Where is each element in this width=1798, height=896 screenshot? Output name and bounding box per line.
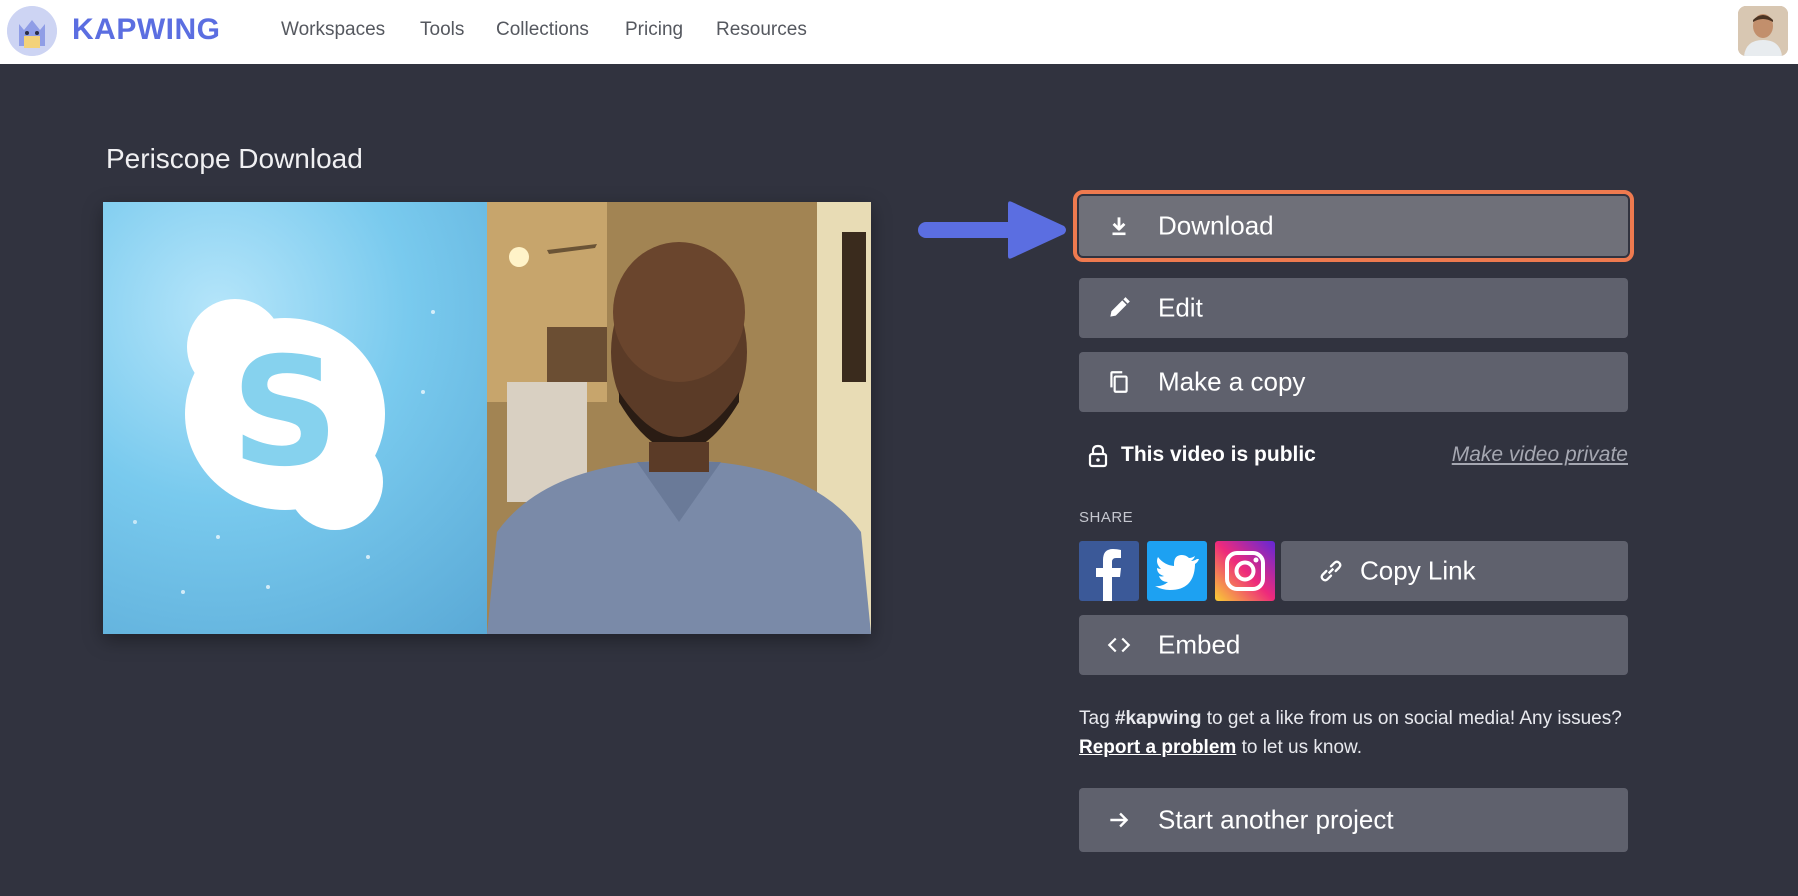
video-preview[interactable]: S <box>103 202 871 634</box>
tag-message: Tag #kapwing to get a like from us on so… <box>1079 704 1639 762</box>
nav-resources[interactable]: Resources <box>716 19 807 41</box>
nav-workspaces[interactable]: Workspaces <box>281 19 385 41</box>
privacy-status: This video is public <box>1121 443 1316 466</box>
twitter-icon <box>1155 555 1199 590</box>
top-nav: KAPWING Workspaces Tools Collections Pri… <box>0 0 1798 64</box>
make-copy-label: Make a copy <box>1158 366 1306 397</box>
share-label: SHARE <box>1079 509 1134 526</box>
link-icon <box>1320 560 1342 582</box>
facebook-icon <box>1096 549 1121 601</box>
twitter-share-button[interactable] <box>1147 541 1207 601</box>
kapwing-logo-icon[interactable] <box>7 6 57 56</box>
brand-wordmark[interactable]: KAPWING <box>72 13 221 47</box>
presenter-image <box>487 202 871 634</box>
copy-link-label: Copy Link <box>1360 555 1476 586</box>
instagram-share-button[interactable] <box>1215 541 1275 601</box>
instagram-icon <box>1225 551 1265 591</box>
svg-text:S: S <box>231 326 339 500</box>
arrow-right-icon <box>1110 812 1129 828</box>
make-private-link[interactable]: Make video private <box>1452 443 1628 467</box>
copy-link-button[interactable]: Copy Link <box>1281 541 1628 601</box>
nav-tools[interactable]: Tools <box>420 19 464 41</box>
download-label: Download <box>1158 210 1274 241</box>
embed-button[interactable]: Embed <box>1079 615 1628 675</box>
make-copy-button[interactable]: Make a copy <box>1079 352 1628 412</box>
edit-button[interactable]: Edit <box>1079 278 1628 338</box>
video-left-panel: S <box>103 202 487 634</box>
tag-prefix: Tag <box>1079 708 1115 729</box>
nav-pricing[interactable]: Pricing <box>625 19 683 41</box>
download-icon <box>1112 217 1126 236</box>
report-problem-link[interactable]: Report a problem <box>1079 737 1236 758</box>
edit-label: Edit <box>1158 292 1203 323</box>
user-avatar[interactable] <box>1738 6 1788 56</box>
hashtag: #kapwing <box>1114 708 1202 729</box>
code-brackets-icon <box>1107 637 1131 653</box>
lock-icon <box>1088 444 1108 468</box>
privacy-row: This video is public Make video private <box>1079 440 1628 472</box>
callout-arrow-icon <box>918 201 1066 259</box>
page-title: Periscope Download <box>106 143 363 174</box>
nav-collections[interactable]: Collections <box>496 19 589 41</box>
start-another-project-button[interactable]: Start another project <box>1079 788 1628 852</box>
start-another-project-label: Start another project <box>1158 804 1394 835</box>
tag-suffix: to let us know. <box>1236 737 1362 758</box>
tag-middle: to get a like from us on social media! A… <box>1201 708 1622 729</box>
embed-label: Embed <box>1158 629 1241 660</box>
copy-icon <box>1110 371 1128 393</box>
skype-logo-icon: S <box>133 299 435 594</box>
pencil-icon <box>1110 297 1130 317</box>
facebook-share-button[interactable] <box>1079 541 1139 601</box>
download-button[interactable]: Download <box>1073 190 1634 262</box>
video-right-panel <box>487 202 871 634</box>
